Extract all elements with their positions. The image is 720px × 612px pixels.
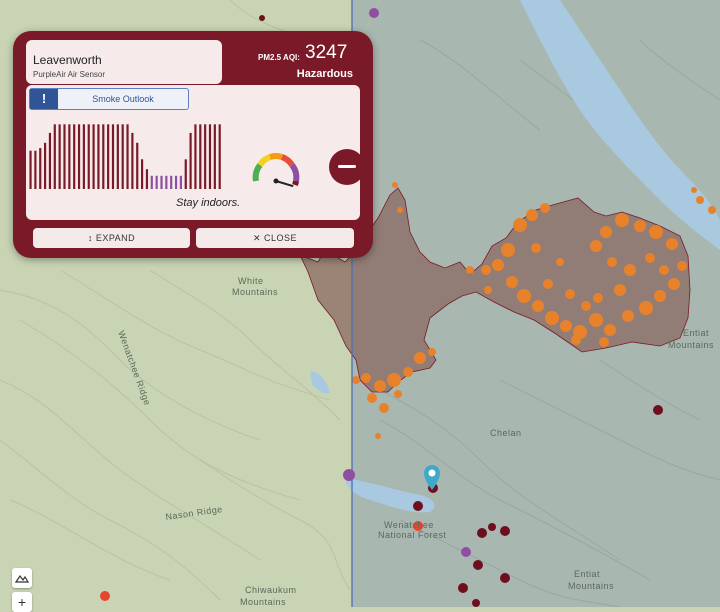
sensor-purple[interactable] [461,547,471,557]
history-bar [160,175,163,189]
map-label: Mountains [668,340,714,350]
map-label: Entiat [574,569,600,579]
sensor-red[interactable] [100,591,110,601]
history-bar [82,124,85,189]
history-bar [97,124,100,189]
history-bar [53,124,56,189]
sensor-hazardous[interactable] [458,583,468,593]
map-label: National Forest [378,530,447,540]
map-label: Mountains [232,287,278,297]
aqi-gauge [252,153,300,188]
history-bar [150,175,153,189]
history-bar [77,124,81,189]
history-bar [58,124,61,189]
map-label: Mountains [240,597,286,607]
history-bar [165,175,168,189]
sensor-hazardous[interactable] [473,560,483,570]
gauge-hub [273,178,279,184]
map-label: White [238,276,264,286]
location-header: Leavenworth PurpleAir Air Sensor [26,40,222,84]
smoke-outlook-button[interactable]: ! Smoke Outlook [29,88,189,110]
expand-button[interactable]: ↕︎ EXPAND [33,228,190,248]
history-bar [208,124,212,189]
sensor-hazardous[interactable] [653,405,663,415]
gauge-segment-moderate [257,154,272,167]
history-bar [141,159,144,189]
sensor-hazardous[interactable] [472,599,480,607]
aqi-history-chart[interactable] [28,123,222,189]
sensor-purple[interactable] [343,469,355,481]
air-quality-popup[interactable]: Leavenworth PurpleAir Air Sensor PM2.5 A… [13,31,373,258]
history-bar [189,132,192,189]
sensor-hazardous[interactable] [500,573,510,583]
map-label: Wenatchee [384,520,434,530]
history-bar [116,124,119,189]
map-label: Chiwaukum [245,585,297,595]
aqi-value: 3247 [305,42,348,63]
history-bar [204,124,207,189]
history-bar [73,124,76,189]
sensor-hazardous[interactable] [413,501,423,511]
gauge-needle [275,180,294,188]
gauge-segment-unhealthy [280,154,295,167]
expand-label: EXPAND [95,233,136,243]
history-bar [184,159,187,189]
history-bar [145,169,149,189]
map-label: Entiat [683,328,709,338]
terrain-icon[interactable] [12,568,32,588]
history-bar [48,132,52,189]
history-bar [213,124,216,189]
popup-content: ! Smoke Outlook Stay indoors. [26,85,365,220]
sensor-hazardous[interactable] [500,526,510,536]
gauge-segment-very-unhealthy [289,163,300,182]
sensor-source: PurpleAir Air Sensor [33,70,106,79]
close-label: CLOSE [264,233,298,243]
history-bar [107,124,110,189]
map-label: Mountains [568,581,614,591]
expand-arrows-icon: ↕︎ [87,233,93,243]
map-label: Chelan [490,428,522,438]
history-bar [34,150,37,189]
smoke-outlook-label: Smoke Outlook [92,94,154,104]
history-bar [126,124,129,189]
sensor-purple[interactable] [369,8,379,18]
history-bar [111,124,115,189]
history-bar [174,175,178,189]
history-bar [102,124,105,189]
history-bar [218,124,221,189]
history-bar [44,142,47,189]
history-bar [121,124,124,189]
history-bar [136,142,139,189]
aqi-status: Hazardous [296,68,353,80]
history-bar [87,124,90,189]
health-advice: Stay indoors. [176,197,241,209]
history-bar [63,124,66,189]
history-bar [170,175,173,189]
zoom-in-button[interactable]: + [12,592,32,612]
history-bar [29,150,32,189]
history-bar [155,175,158,189]
gauge-segment-good [252,163,263,182]
aqi-label: PM2.5 AQI: [258,53,300,62]
location-name: Leavenworth [33,53,102,67]
gauge-segment-sensitive [269,153,283,160]
history-bar [68,124,71,189]
close-button[interactable]: ✕ CLOSE [196,228,354,248]
history-bar [194,124,197,189]
close-x-icon: ✕ [252,233,261,243]
gauge-segment-hazardous [292,180,299,187]
history-bar [39,148,42,189]
sensor-hazardous[interactable] [477,528,487,538]
history-bar [199,124,202,189]
history-bar [131,132,134,189]
history-bar [179,175,182,189]
minus-icon[interactable] [329,149,365,185]
sensor-hazardous[interactable] [488,523,496,531]
sensor-hazardous[interactable] [259,15,265,21]
alert-icon: ! [30,89,58,109]
history-bar [92,124,95,189]
